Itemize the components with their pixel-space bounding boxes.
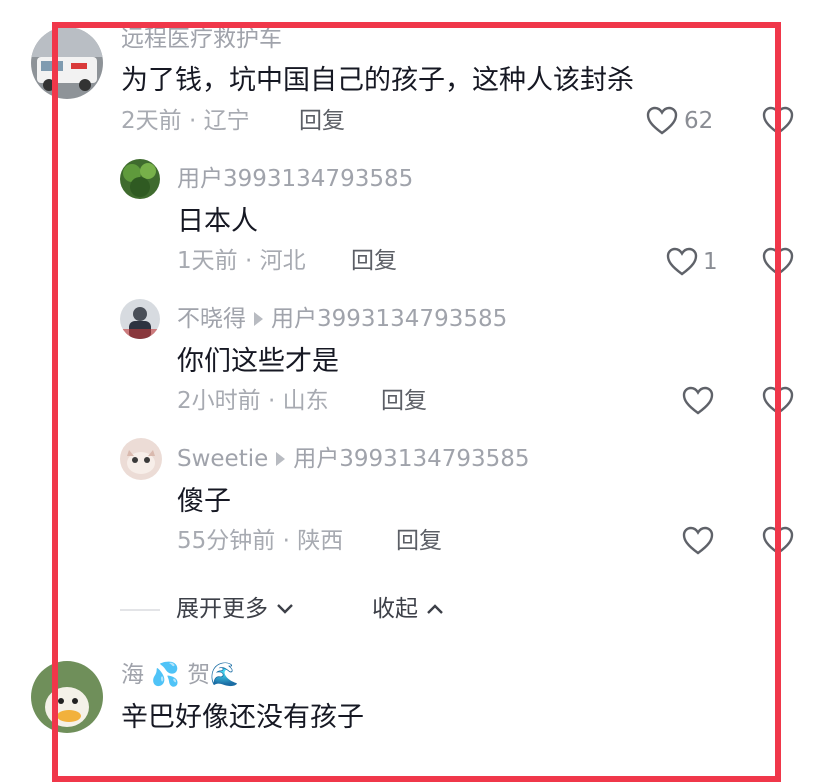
reply-button[interactable]: 回复 bbox=[381, 390, 427, 413]
heart-outline-icon[interactable] bbox=[762, 526, 794, 560]
collapse-button[interactable]: 收起 bbox=[372, 598, 445, 621]
reply-meta: 55分钟前 · 陕西 bbox=[177, 528, 344, 554]
reply-author[interactable]: 不晓得 bbox=[177, 306, 246, 332]
reply-username[interactable]: 用户3993134793585 bbox=[177, 168, 413, 191]
avatar[interactable] bbox=[120, 159, 160, 199]
like-count: 62 bbox=[684, 108, 714, 134]
avatar[interactable] bbox=[120, 438, 162, 480]
triangle-right-icon bbox=[254, 311, 263, 326]
comment-meta: 2天前 · 辽宁 bbox=[121, 108, 250, 134]
comment-username[interactable]: 海 💦 贺🌊 bbox=[121, 664, 239, 687]
collapse-label: 收起 bbox=[372, 596, 418, 622]
reply-button[interactable]: 回复 bbox=[396, 530, 442, 553]
heart-outline-icon[interactable] bbox=[666, 247, 698, 281]
comment-text: 辛巴好像还没有孩子 bbox=[121, 702, 364, 733]
chevron-down-icon bbox=[275, 598, 295, 621]
heart-outline-icon[interactable] bbox=[682, 526, 714, 560]
reply-to-user[interactable]: 用户3993134793585 bbox=[271, 306, 507, 332]
heart-outline-icon[interactable] bbox=[762, 106, 794, 140]
avatar[interactable] bbox=[31, 661, 103, 733]
chevron-up-icon bbox=[425, 598, 445, 621]
reply-text: 傻子 bbox=[177, 486, 231, 517]
reply-text: 日本人 bbox=[177, 206, 258, 237]
reply-username[interactable]: Sweetie 用户3993134793585 bbox=[177, 448, 530, 471]
reply-author[interactable]: Sweetie bbox=[177, 446, 268, 472]
avatar[interactable] bbox=[31, 27, 103, 99]
triangle-right-icon bbox=[276, 451, 286, 466]
comment-username[interactable]: 远程医疗救护车 bbox=[121, 28, 282, 51]
reply-meta: 2小时前 · 山东 bbox=[177, 388, 329, 414]
heart-outline-icon[interactable] bbox=[762, 247, 794, 281]
heart-outline-icon[interactable] bbox=[646, 106, 678, 140]
like-count: 1 bbox=[703, 249, 718, 275]
reply-to-user[interactable]: 用户3993134793585 bbox=[293, 446, 529, 472]
expand-more-label: 展开更多 bbox=[176, 596, 268, 622]
reply-text: 你们这些才是 bbox=[177, 346, 339, 377]
reply-button[interactable]: 回复 bbox=[351, 250, 397, 273]
heart-outline-icon[interactable] bbox=[682, 386, 714, 420]
reply-button[interactable]: 回复 bbox=[299, 110, 345, 133]
avatar[interactable] bbox=[120, 299, 160, 339]
comment-text: 为了钱，坑中国自己的孩子，这种人该封杀 bbox=[121, 65, 634, 96]
expand-more-button[interactable]: 展开更多 bbox=[176, 598, 295, 621]
reply-meta: 1天前 · 河北 bbox=[177, 248, 306, 274]
heart-outline-icon[interactable] bbox=[762, 386, 794, 420]
divider-line bbox=[120, 609, 160, 611]
reply-username[interactable]: 不晓得 用户3993134793585 bbox=[177, 308, 507, 331]
